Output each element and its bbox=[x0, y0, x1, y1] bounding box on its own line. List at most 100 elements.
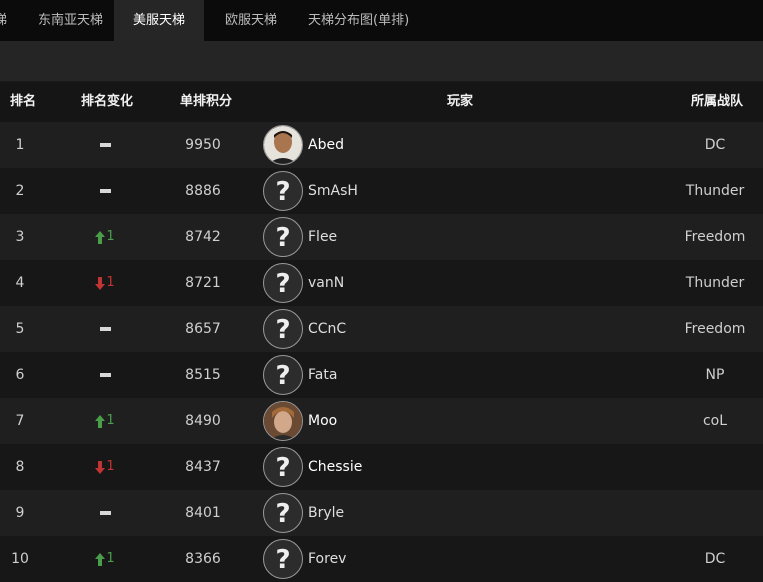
rank-cell: 3 bbox=[15, 229, 25, 245]
score-cell: 8437 bbox=[185, 459, 221, 475]
svg-text:?: ? bbox=[275, 223, 290, 253]
rank-cell: 6 bbox=[15, 367, 25, 383]
team-cell[interactable] bbox=[670, 490, 760, 536]
rank-change: 1 bbox=[65, 260, 145, 306]
score-cell: 8886 bbox=[185, 183, 221, 199]
player-name-link[interactable]: Fata bbox=[308, 352, 337, 398]
rank-up: 1 bbox=[95, 398, 115, 444]
svg-text:?: ? bbox=[275, 499, 290, 529]
score-cell: 9950 bbox=[185, 137, 221, 153]
player-name-link[interactable]: Flee bbox=[308, 214, 337, 260]
unknown-avatar-icon[interactable]: ? bbox=[263, 217, 303, 257]
table-row[interactable]: 9 8401? Bryle bbox=[0, 490, 763, 536]
player-avatar-photo[interactable] bbox=[263, 125, 303, 165]
team-cell[interactable]: DC bbox=[670, 536, 760, 582]
table-row[interactable]: 7 1 8490 Moo coL bbox=[0, 398, 763, 444]
rank-change-value: 1 bbox=[106, 275, 115, 290]
score-cell: 8366 bbox=[185, 551, 221, 567]
tab-eu-ladder[interactable]: 欧服天梯 bbox=[225, 0, 277, 41]
player-avatar-photo[interactable] bbox=[263, 401, 303, 441]
header-rank: 排名 bbox=[9, 94, 36, 109]
unknown-avatar-icon[interactable]: ? bbox=[263, 171, 303, 211]
table-row[interactable]: 5 8657? CCnC Freedom bbox=[0, 306, 763, 352]
svg-text:?: ? bbox=[275, 315, 290, 345]
rank-change bbox=[65, 122, 145, 168]
rank-change: 1 bbox=[65, 444, 145, 490]
player-name-link[interactable]: Bryle bbox=[308, 490, 344, 536]
ladder-tab-bar: 梯 东南亚天梯 美服天梯 欧服天梯 天梯分布图(单排) bbox=[0, 0, 763, 41]
score-cell: 8742 bbox=[185, 229, 221, 245]
score-cell: 8657 bbox=[185, 321, 221, 337]
svg-text:?: ? bbox=[275, 453, 290, 483]
player-name-link[interactable]: Moo bbox=[308, 398, 337, 444]
tab-us-ladder[interactable]: 美服天梯 bbox=[114, 0, 204, 41]
team-cell[interactable] bbox=[670, 444, 760, 490]
rank-change-value: 1 bbox=[106, 459, 115, 474]
header-team: 所属战队 bbox=[690, 94, 743, 109]
team-cell[interactable]: Freedom bbox=[670, 306, 760, 352]
table-row[interactable]: 6 8515? Fata NP bbox=[0, 352, 763, 398]
unknown-avatar-icon[interactable]: ? bbox=[263, 447, 303, 487]
unknown-avatar-icon[interactable]: ? bbox=[263, 539, 303, 579]
arrow-up-icon bbox=[95, 552, 106, 566]
rank-down: 1 bbox=[95, 260, 115, 306]
table-header: 排名 排名变化 单排积分 玩家 所属战队 bbox=[0, 82, 763, 122]
tab-sea-ladder[interactable]: 东南亚天梯 bbox=[38, 0, 103, 41]
no-change-icon bbox=[99, 511, 111, 515]
svg-text:?: ? bbox=[275, 269, 290, 299]
table-row[interactable]: 8 1 8437? Chessie bbox=[0, 444, 763, 490]
table-row[interactable]: 2 8886? SmAsH Thunder bbox=[0, 168, 763, 214]
team-cell[interactable]: Thunder bbox=[670, 260, 760, 306]
unknown-avatar-icon[interactable]: ? bbox=[263, 309, 303, 349]
table-row[interactable]: 4 1 8721? vanN Thunder bbox=[0, 260, 763, 306]
score-cell: 8401 bbox=[185, 505, 221, 521]
rank-change: 1 bbox=[65, 536, 145, 582]
player-name-link[interactable]: Chessie bbox=[308, 444, 362, 490]
unknown-avatar-icon[interactable]: ? bbox=[263, 493, 303, 533]
table-row[interactable]: 1 9950 Abed DC bbox=[0, 122, 763, 168]
ladder-table-body: 1 9950 Abed DC 2 8886? SmAsH Thunder 3 1 8742? Flee… bbox=[0, 122, 763, 582]
rank-change bbox=[65, 168, 145, 214]
rank-change bbox=[65, 306, 145, 352]
team-cell[interactable]: DC bbox=[670, 122, 760, 168]
unknown-avatar-icon[interactable]: ? bbox=[263, 355, 303, 395]
player-name-link[interactable]: SmAsH bbox=[308, 168, 358, 214]
rank-change bbox=[65, 352, 145, 398]
tab-ladder-distribution[interactable]: 天梯分布图(单排) bbox=[308, 0, 409, 41]
score-cell: 8515 bbox=[185, 367, 221, 383]
player-name-link[interactable]: Abed bbox=[308, 122, 344, 168]
team-cell[interactable]: Freedom bbox=[670, 214, 760, 260]
rank-cell: 10 bbox=[11, 551, 29, 567]
arrow-up-icon bbox=[95, 230, 106, 244]
rank-cell: 2 bbox=[15, 183, 25, 199]
rank-cell: 9 bbox=[15, 505, 25, 521]
header-player: 玩家 bbox=[446, 94, 473, 109]
rank-cell: 1 bbox=[15, 137, 25, 153]
table-row[interactable]: 10 1 8366? Forev DC bbox=[0, 536, 763, 582]
rank-up: 1 bbox=[95, 214, 115, 260]
player-name-link[interactable]: Forev bbox=[308, 536, 346, 582]
rank-change-value: 1 bbox=[106, 413, 115, 428]
player-name-link[interactable]: vanN bbox=[308, 260, 344, 306]
team-cell[interactable]: NP bbox=[670, 352, 760, 398]
unknown-avatar-icon[interactable]: ? bbox=[263, 263, 303, 303]
rank-down: 1 bbox=[95, 444, 115, 490]
arrow-up-icon bbox=[95, 414, 106, 428]
team-cell[interactable]: Thunder bbox=[670, 168, 760, 214]
rank-cell: 4 bbox=[15, 275, 25, 291]
no-change-icon bbox=[99, 189, 111, 193]
tab-partial[interactable]: 梯 bbox=[0, 0, 7, 41]
header-solo-score: 单排积分 bbox=[179, 94, 232, 109]
score-cell: 8721 bbox=[185, 275, 221, 291]
arrow-down-icon bbox=[95, 460, 106, 474]
rank-cell: 5 bbox=[15, 321, 25, 337]
no-change-icon bbox=[99, 327, 111, 331]
rank-change-value: 1 bbox=[106, 229, 115, 244]
team-cell[interactable]: coL bbox=[670, 398, 760, 444]
rank-change: 1 bbox=[65, 214, 145, 260]
score-cell: 8490 bbox=[185, 413, 221, 429]
player-name-link[interactable]: CCnC bbox=[308, 306, 346, 352]
rank-change-value: 1 bbox=[106, 551, 115, 566]
table-row[interactable]: 3 1 8742? Flee Freedom bbox=[0, 214, 763, 260]
svg-text:?: ? bbox=[275, 361, 290, 391]
